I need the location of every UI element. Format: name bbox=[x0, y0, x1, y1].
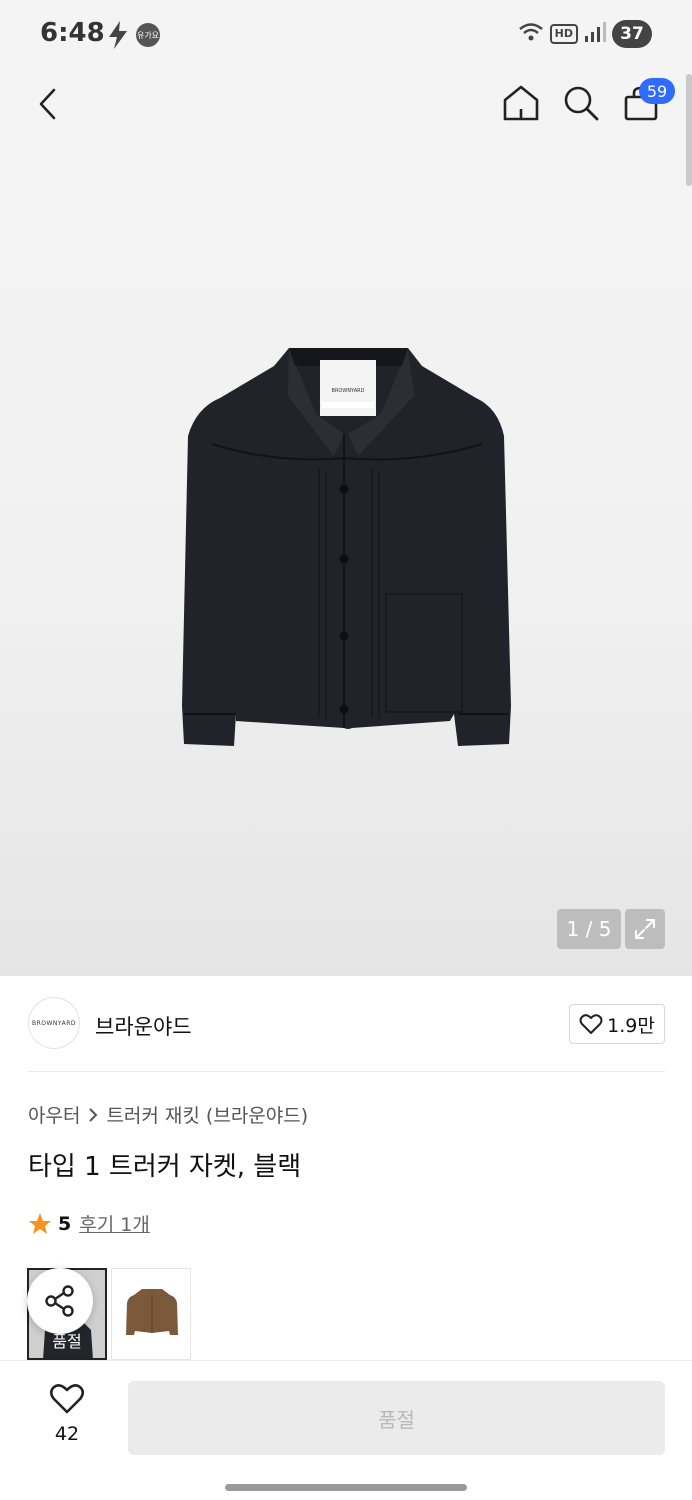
product-title: 타입 1 트러커 자켓, 블랙 bbox=[28, 1152, 302, 1182]
hd-badge: HD bbox=[549, 24, 578, 44]
signal-icon bbox=[584, 21, 606, 47]
battery-indicator: 37 bbox=[612, 20, 652, 48]
image-counter: 1 / 5 bbox=[557, 909, 621, 949]
product-image-gallery[interactable]: 59 BROWNYARD 1 / 5 bbox=[0, 70, 692, 976]
breadcrumb-item-category[interactable]: 아우터 bbox=[28, 1101, 80, 1128]
buy-button[interactable]: 품절 bbox=[128, 1381, 665, 1455]
wishlist-count: 42 bbox=[54, 1423, 80, 1445]
cart-count-badge: 59 bbox=[639, 78, 675, 104]
divider bbox=[28, 1071, 665, 1072]
brand-logo[interactable]: BROWNYARD bbox=[28, 997, 80, 1049]
brand-like-button[interactable]: 1.9만 bbox=[569, 1004, 665, 1044]
status-time: 6:48 bbox=[40, 18, 105, 48]
back-button[interactable] bbox=[28, 84, 68, 124]
jacket-tag-text: BROWNYARD bbox=[332, 388, 365, 394]
product-image[interactable]: BROWNYARD bbox=[176, 326, 521, 770]
expand-icon bbox=[635, 919, 655, 939]
share-icon bbox=[45, 1285, 74, 1317]
scrollbar[interactable] bbox=[686, 74, 692, 186]
wifi-icon bbox=[518, 21, 544, 47]
status-bar: 6:48 유가요 HD 37 bbox=[0, 0, 692, 70]
brand-row[interactable]: BROWNYARD 브라운야드 1.9만 bbox=[28, 996, 665, 1052]
rating-row: 5 후기 1개 bbox=[28, 1210, 150, 1237]
heart-icon bbox=[49, 1384, 85, 1414]
chevron-right-icon bbox=[89, 1107, 98, 1122]
variant-thumb-brown[interactable] bbox=[111, 1268, 191, 1360]
status-right-group: HD 37 bbox=[518, 20, 652, 48]
heart-icon bbox=[579, 1014, 603, 1034]
rating-score: 5 bbox=[58, 1212, 72, 1235]
bolt-icon bbox=[106, 20, 130, 54]
brand-like-count: 1.9만 bbox=[607, 1014, 655, 1037]
search-icon bbox=[564, 86, 599, 121]
notification-badge: 유가요 bbox=[136, 23, 160, 47]
home-indicator[interactable] bbox=[225, 1484, 467, 1491]
search-button[interactable] bbox=[560, 82, 602, 124]
back-icon bbox=[39, 88, 56, 120]
breadcrumb: 아우터 트러커 재킷 (브라운야드) bbox=[28, 1101, 308, 1128]
home-icon bbox=[503, 85, 539, 121]
breadcrumb-item-subcategory[interactable]: 트러커 재킷 (브라운야드) bbox=[106, 1101, 308, 1128]
expand-button[interactable] bbox=[625, 909, 665, 949]
reviews-link[interactable]: 후기 1개 bbox=[79, 1210, 150, 1237]
share-button[interactable] bbox=[27, 1268, 93, 1334]
brand-name[interactable]: 브라운야드 bbox=[95, 1011, 192, 1041]
wishlist-button[interactable]: 42 bbox=[30, 1383, 104, 1445]
bottom-action-bar: 42 품절 bbox=[0, 1360, 692, 1500]
star-icon bbox=[29, 1212, 51, 1234]
home-button[interactable] bbox=[500, 82, 542, 124]
